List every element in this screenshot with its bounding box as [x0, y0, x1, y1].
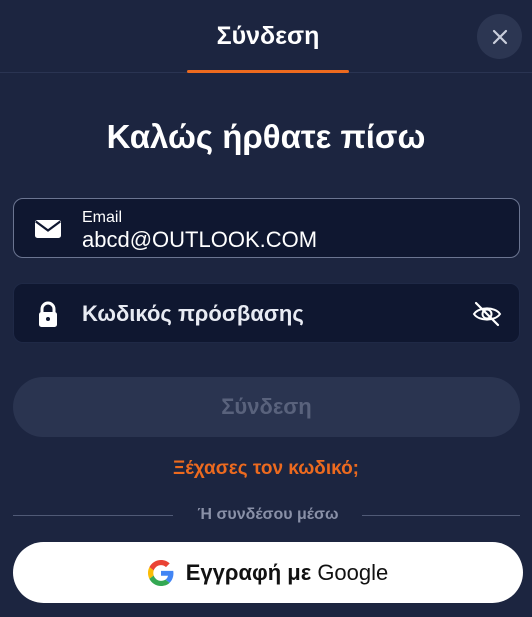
welcome-title: Καλώς ήρθατε πίσω [106, 118, 426, 155]
close-button[interactable] [477, 14, 522, 59]
google-button-label: Εγγραφή με Google [186, 560, 389, 586]
header: Σύνδεση [0, 0, 532, 73]
google-signup-button[interactable]: Εγγραφή με Google [13, 542, 523, 603]
divider-line-left [13, 515, 173, 516]
sign-in-button[interactable]: Σύνδεση [13, 377, 520, 437]
password-input[interactable] [82, 298, 462, 330]
email-field[interactable]: Email [13, 198, 520, 258]
divider-line-right [362, 515, 520, 516]
divider-text: Ή συνδέσου μέσω [197, 506, 339, 523]
password-field[interactable] [13, 283, 520, 343]
envelope-icon [35, 220, 61, 238]
tab-sign-in[interactable]: Σύνδεση [187, 0, 349, 72]
forgot-password-link[interactable]: Ξέχασες τον κωδικό; [0, 458, 532, 480]
email-input[interactable] [82, 225, 502, 255]
google-icon [147, 559, 174, 586]
google-button-prefix: Εγγραφή με [185, 559, 312, 585]
eye-off-icon[interactable] [471, 298, 503, 330]
close-icon [492, 29, 507, 44]
lock-icon [39, 301, 57, 327]
google-button-provider: Google [317, 559, 389, 585]
active-tab-indicator [187, 70, 349, 73]
